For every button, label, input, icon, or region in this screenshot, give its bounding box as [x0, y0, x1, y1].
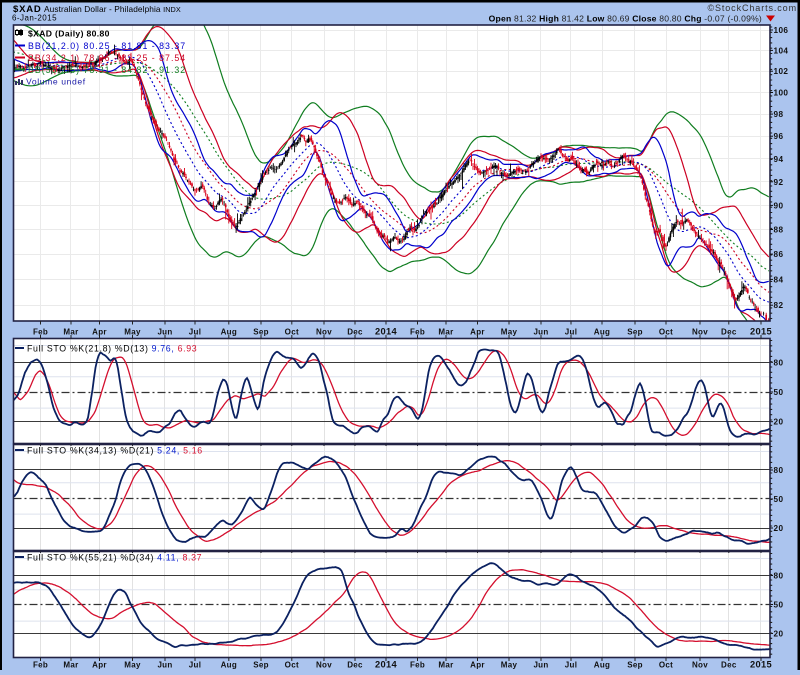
svg-text:Feb: Feb	[33, 661, 48, 670]
svg-text:100: 100	[774, 89, 789, 98]
svg-text:80: 80	[774, 572, 784, 581]
svg-text:BB(34,2.1) 78.96 - 83.25 - 87.: BB(34,2.1) 78.96 - 83.25 - 87.54	[28, 53, 186, 63]
svg-text:Apr: Apr	[470, 661, 485, 670]
svg-text:May: May	[501, 661, 518, 670]
svg-text:Nov: Nov	[316, 661, 332, 670]
svg-text:50: 50	[774, 495, 784, 504]
svg-text:May: May	[124, 661, 141, 670]
svg-text:86: 86	[774, 250, 784, 259]
svg-text:80: 80	[774, 466, 784, 475]
svg-text:20: 20	[774, 630, 784, 639]
svg-text:102: 102	[774, 67, 789, 76]
svg-text:82: 82	[774, 301, 784, 310]
svg-text:Aug: Aug	[594, 661, 610, 670]
svg-text:20: 20	[774, 418, 784, 427]
svg-text:Nov: Nov	[692, 661, 708, 670]
svg-text:$XAD (Daily) 80.80: $XAD (Daily) 80.80	[28, 29, 110, 39]
svg-text:Jul: Jul	[565, 661, 577, 670]
svg-text:92: 92	[774, 178, 784, 187]
svg-text:104: 104	[774, 46, 789, 55]
svg-text:Full STO %K(55,21) %D(34) 4.11: Full STO %K(55,21) %D(34) 4.11, 8.37	[27, 553, 202, 563]
svg-text:50: 50	[774, 601, 784, 610]
svg-text:BB(55,2.5) 78.31 - 84.82 - 91.: BB(55,2.5) 78.31 - 84.82 - 91.32	[28, 65, 186, 75]
svg-text:Mar: Mar	[438, 661, 453, 670]
svg-text:Mar: Mar	[63, 661, 78, 670]
svg-text:84: 84	[774, 275, 784, 284]
svg-text:Jun: Jun	[157, 661, 172, 670]
svg-text:Full STO %K(34,13) %D(21) 5.24: Full STO %K(34,13) %D(21) 5.24, 5.16	[27, 446, 203, 456]
svg-text:Australian Dollar - Philadelph: Australian Dollar - Philadelphia INDX	[44, 4, 181, 14]
svg-text:Sep: Sep	[627, 661, 643, 670]
svg-text:Dec: Dec	[721, 661, 737, 670]
svg-text:Aug: Aug	[221, 661, 237, 670]
svg-text:96: 96	[774, 132, 784, 141]
svg-text:Open 81.32 High 81.42 Low 80.6: Open 81.32 High 81.42 Low 80.69 Close 80…	[489, 14, 762, 24]
svg-text:©StockCharts.com: ©StockCharts.com	[707, 3, 797, 13]
svg-text:50: 50	[774, 388, 784, 397]
svg-text:106: 106	[774, 26, 789, 35]
svg-text:6-Jan-2015: 6-Jan-2015	[12, 14, 57, 23]
svg-text:Volume undef: Volume undef	[26, 77, 86, 87]
svg-text:98: 98	[774, 110, 784, 119]
svg-text:90: 90	[774, 201, 784, 210]
svg-text:20: 20	[774, 524, 784, 533]
svg-text:BB(21,2.0) 80.25 - 81.81 - 83.: BB(21,2.0) 80.25 - 81.81 - 83.37	[28, 41, 186, 51]
svg-text:Jun: Jun	[533, 661, 548, 670]
svg-text:88: 88	[774, 226, 784, 235]
svg-text:Sep: Sep	[253, 661, 269, 670]
svg-text:Dec: Dec	[347, 661, 363, 670]
svg-text:Apr: Apr	[92, 661, 107, 670]
svg-text:Oct: Oct	[285, 661, 299, 670]
svg-text:94: 94	[774, 155, 784, 164]
svg-text:80: 80	[774, 358, 784, 367]
svg-text:Full STO %K(21,8) %D(13) 9.76,: Full STO %K(21,8) %D(13) 9.76, 6.93	[27, 344, 197, 354]
svg-text:Feb: Feb	[410, 661, 425, 670]
svg-text:Jul: Jul	[189, 661, 201, 670]
svg-text:Oct: Oct	[659, 661, 673, 670]
